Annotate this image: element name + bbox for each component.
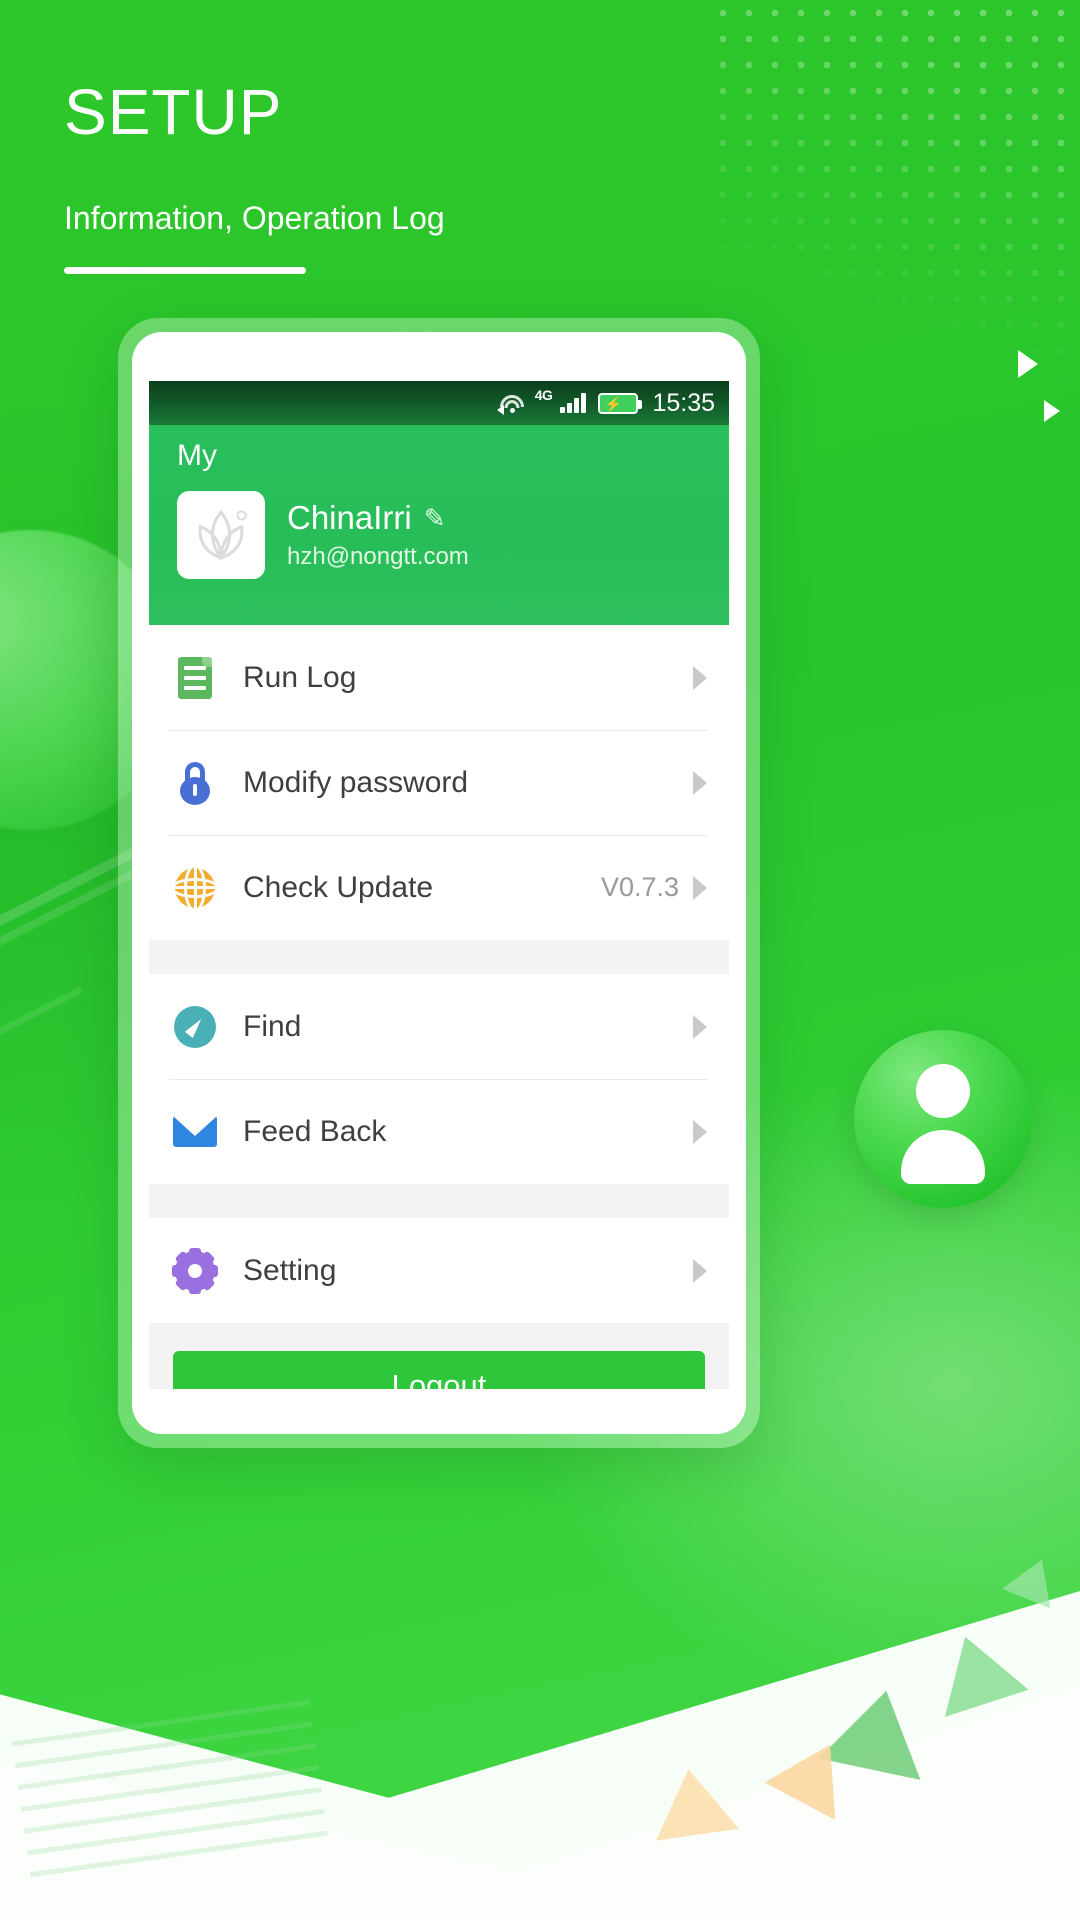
menu-group: Find Feed Back	[149, 974, 729, 1184]
menu-item-check-update[interactable]: Check Update V0.7.3	[149, 835, 729, 940]
menu-item-label: Modify password	[243, 765, 469, 799]
chevron-right-icon	[693, 1119, 707, 1144]
menu-group: Setting	[149, 1218, 729, 1323]
list-group-separator	[149, 1184, 729, 1218]
phone-screen: 4G ⚡ 15:35 My ChinaIrri ✎ hzh@nongtt.com…	[149, 381, 729, 1389]
page-subtitle: Information, Operation Log	[64, 200, 445, 236]
avatar[interactable]	[177, 491, 265, 579]
triangle-decoration	[646, 1763, 740, 1841]
profile-section[interactable]: ChinaIrri ✎ hzh@nongtt.com	[177, 491, 701, 579]
phone-body: 4G ⚡ 15:35 My ChinaIrri ✎ hzh@nongtt.com…	[132, 332, 746, 1434]
header-underline	[64, 267, 306, 274]
chevron-right-icon	[693, 770, 707, 795]
profile-text: ChinaIrri ✎ hzh@nongtt.com	[287, 499, 469, 571]
user-avatar-icon	[916, 1064, 970, 1118]
app-header: My ChinaIrri ✎ hzh@nongtt.com	[149, 425, 729, 625]
menu-item-find[interactable]: Find	[149, 974, 729, 1079]
globe-icon	[169, 867, 221, 908]
gear-icon	[169, 1247, 221, 1294]
arrow-right-icon	[1044, 400, 1060, 422]
network-type-label: 4G	[534, 387, 553, 403]
status-bar-time: 15:35	[652, 388, 715, 417]
document-icon	[169, 656, 221, 699]
settings-list: Run Log Modify password Check Update V0.…	[149, 625, 729, 1389]
user-email-label: hzh@nongtt.com	[287, 543, 469, 570]
menu-item-label: Feed Back	[243, 1114, 387, 1148]
menu-item-modify-password[interactable]: Modify password	[149, 730, 729, 835]
mail-icon	[169, 1116, 221, 1147]
menu-item-run-log[interactable]: Run Log	[149, 625, 729, 730]
arrow-right-icon	[1018, 350, 1038, 378]
menu-item-label: Run Log	[243, 660, 357, 694]
menu-item-feed-back[interactable]: Feed Back	[149, 1079, 729, 1184]
chevron-right-icon	[693, 875, 707, 900]
compass-icon	[169, 1005, 221, 1048]
logout-button[interactable]: Logout	[173, 1351, 705, 1389]
pencil-icon[interactable]: ✎	[424, 503, 446, 534]
battery-charging-icon: ⚡	[598, 392, 643, 414]
screen-title: My	[177, 439, 217, 472]
phone-mockup-frame: 4G ⚡ 15:35 My ChinaIrri ✎ hzh@nongtt.com…	[118, 318, 760, 1448]
menu-item-label: Setting	[243, 1253, 337, 1287]
status-bar: 4G ⚡ 15:35	[149, 381, 729, 425]
username-label: ChinaIrri	[287, 499, 412, 536]
chevron-right-icon	[693, 665, 707, 690]
lock-icon	[169, 761, 221, 805]
wifi-icon	[496, 392, 527, 415]
user-avatar-badge	[854, 1030, 1032, 1208]
menu-item-label: Check Update	[243, 870, 434, 904]
logout-area: Logout	[149, 1323, 729, 1389]
menu-item-label: Find	[243, 1009, 302, 1043]
page-header: SETUP Information, Operation Log 信息	[64, 76, 445, 364]
page-title: SETUP	[64, 76, 283, 148]
app-version-value: V0.7.3	[600, 872, 679, 902]
leaf-logo-icon	[198, 509, 247, 561]
signal-bars-icon	[560, 393, 587, 413]
chevron-right-icon	[693, 1258, 707, 1283]
menu-item-setting[interactable]: Setting	[149, 1218, 729, 1323]
list-group-separator	[149, 940, 729, 974]
chevron-right-icon	[693, 1014, 707, 1039]
menu-group: Run Log Modify password Check Update V0.…	[149, 625, 729, 940]
